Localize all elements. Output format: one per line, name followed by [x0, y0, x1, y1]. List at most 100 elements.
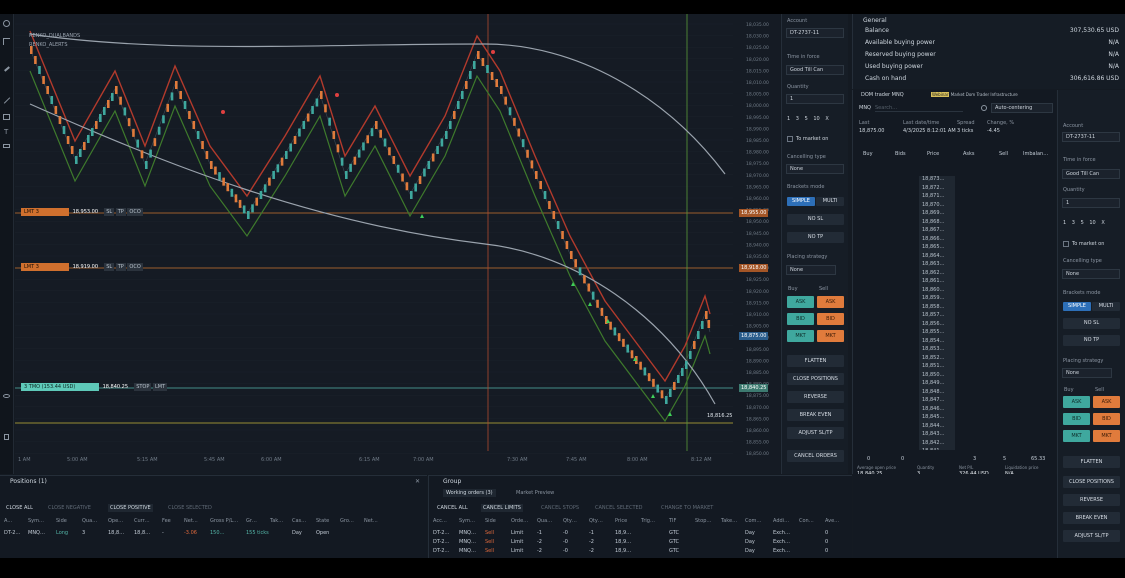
positions-column-header[interactable]: Sym…: [28, 518, 44, 524]
flatten-button[interactable]: FLATTEN: [787, 355, 844, 367]
cancel-type-select[interactable]: None: [1062, 269, 1120, 279]
group-action-button[interactable]: CHANGE TO MARKET: [659, 504, 715, 512]
positions-column-header[interactable]: Curr…: [134, 518, 150, 524]
price-chart[interactable]: 18,035.00 18,030.00 18,025.00 18,020.00 18,0…: [15, 14, 780, 474]
dom-tab[interactable]: Market: [951, 92, 965, 97]
group-column-header[interactable]: Qty…: [589, 518, 603, 524]
order-tp[interactable]: TP: [115, 208, 126, 216]
dom-column-header[interactable]: Bids: [895, 151, 906, 157]
dom-price-cell[interactable]: 18,858…: [919, 304, 955, 312]
account-select[interactable]: DT-2737-11: [1062, 132, 1120, 142]
qty-preset-1[interactable]: 1: [787, 116, 790, 122]
dom-price-cell[interactable]: 18,860…: [919, 287, 955, 295]
no-sl-button[interactable]: NO SL: [1063, 318, 1120, 329]
dom-price-cell[interactable]: 18,870…: [919, 202, 955, 210]
dom-column-header[interactable]: Imbalan…: [1023, 151, 1048, 157]
group-column-header[interactable]: Com…: [745, 518, 761, 524]
dom-price-cell[interactable]: 18,853…: [919, 346, 955, 354]
order-tp[interactable]: TP: [115, 263, 126, 271]
group-column-header[interactable]: Stop…: [695, 518, 711, 524]
market-checkbox[interactable]: [787, 136, 793, 142]
group-cell[interactable]: 0: [825, 539, 828, 545]
dom-column-header[interactable]: Sell: [999, 151, 1008, 157]
dom-price-cell[interactable]: 18,857…: [919, 312, 955, 320]
group-cell[interactable]: -0: [563, 530, 568, 536]
qty-input[interactable]: 1: [786, 94, 844, 104]
sell-mkt-button[interactable]: MKT: [817, 330, 844, 342]
trash-icon[interactable]: [4, 434, 9, 440]
dom-ladder[interactable]: 18,873… 18,872… 18,871… 18,870… 18,869… 18,86…: [853, 176, 1057, 450]
position-stop[interactable]: STOP: [134, 383, 152, 391]
order-tag[interactable]: LMT 3: [21, 208, 69, 216]
group-tab-working[interactable]: Working orders (3): [443, 489, 496, 497]
cancel-type-select[interactable]: None: [786, 164, 844, 174]
dom-price-cell[interactable]: 18,869…: [919, 210, 955, 218]
ruler-icon[interactable]: [3, 144, 10, 148]
group-tab-preview[interactable]: Market Preview: [513, 489, 557, 497]
text-icon[interactable]: T: [4, 128, 8, 136]
brush-icon[interactable]: [4, 66, 10, 72]
group-cell[interactable]: -0: [563, 539, 568, 545]
group-cell[interactable]: Exch…: [773, 539, 790, 545]
buy-bid-button[interactable]: BID: [1063, 413, 1090, 425]
group-cell[interactable]: DT-2…: [433, 530, 449, 536]
dom-price-cell[interactable]: 18,856…: [919, 321, 955, 329]
dom-price-cell[interactable]: 18,859…: [919, 295, 955, 303]
dom-column-header[interactable]: Buy: [863, 151, 873, 157]
group-cell[interactable]: 0: [825, 548, 828, 554]
indicator-2[interactable]: RENKO_ALERTS: [29, 41, 80, 50]
positions-cell[interactable]: MNQ…: [28, 530, 45, 536]
group-cell[interactable]: DT-2…: [433, 548, 449, 554]
positions-action-button[interactable]: CLOSE ALL: [4, 504, 35, 512]
dom-price-cell[interactable]: 18,855…: [919, 329, 955, 337]
group-column-header[interactable]: TIF: [669, 518, 676, 524]
positions-column-header[interactable]: Net…: [364, 518, 378, 524]
group-cell[interactable]: MNQ…: [459, 539, 476, 545]
order-sl[interactable]: SL: [104, 263, 115, 271]
order-tag[interactable]: LMT 3: [21, 263, 69, 271]
group-cell[interactable]: -2: [537, 539, 542, 545]
group-cell[interactable]: -2: [589, 548, 594, 554]
group-column-header[interactable]: Orde…: [511, 518, 528, 524]
dom-price-cell[interactable]: 18,845…: [919, 414, 955, 422]
dom-price-cell[interactable]: 18,872…: [919, 185, 955, 193]
group-cell[interactable]: -0: [563, 548, 568, 554]
close-positions-button[interactable]: CLOSE POSITIONS: [1063, 476, 1120, 488]
group-cell[interactable]: Limit: [511, 548, 523, 554]
positions-column-header[interactable]: A...: [4, 518, 12, 524]
reverse-button[interactable]: REVERSE: [1063, 494, 1120, 506]
placing-select[interactable]: None: [786, 265, 836, 275]
position-tag[interactable]: 3 TMO (153.44 USD): [21, 383, 99, 391]
group-cell[interactable]: Limit: [511, 539, 523, 545]
group-title[interactable]: Group: [443, 478, 461, 485]
dom-price-cell[interactable]: 18,867…: [919, 227, 955, 235]
dom-price-cell[interactable]: 18,868…: [919, 219, 955, 227]
positions-column-header[interactable]: Gr…: [246, 518, 257, 524]
positions-column-header[interactable]: Side: [56, 518, 67, 524]
sell-ask-button[interactable]: ASK: [1093, 396, 1120, 408]
position-line[interactable]: 3 TMO (153.44 USD) 18,840.25 STOP LMT: [21, 383, 168, 392]
general-title[interactable]: General: [863, 17, 887, 24]
positions-column-header[interactable]: Gro…: [340, 518, 354, 524]
break-even-button[interactable]: BREAK EVEN: [787, 409, 844, 421]
group-action-button[interactable]: CANCEL ALL: [435, 504, 470, 512]
positions-cell[interactable]: 155 ticks: [246, 530, 269, 536]
positions-cell[interactable]: 18,8…: [108, 530, 124, 536]
dom-price-cell[interactable]: 18,850…: [919, 372, 955, 380]
order-line-1[interactable]: LMT 3 18,953.00 SL TP OCO: [21, 208, 143, 217]
cancel-orders-button[interactable]: CANCEL ORDERS: [787, 450, 844, 462]
position-lmt[interactable]: LMT: [152, 383, 168, 391]
account-select[interactable]: DT-2737-11: [786, 28, 844, 38]
qty-preset-5[interactable]: 5: [1081, 220, 1084, 226]
group-column-header[interactable]: Acc…: [433, 518, 447, 524]
order-oco[interactable]: OCO: [127, 208, 143, 216]
qty-preset-3[interactable]: 3: [1072, 220, 1075, 226]
dom-price-cell[interactable]: 18,848…: [919, 389, 955, 397]
positions-cell[interactable]: -3.06: [184, 530, 197, 536]
sell-bid-button[interactable]: BID: [1093, 413, 1120, 425]
positions-cell[interactable]: -: [162, 530, 164, 536]
dom-price-cell[interactable]: 18,843…: [919, 431, 955, 439]
positions-action-button[interactable]: CLOSE SELECTED: [166, 504, 214, 512]
indicator-1[interactable]: RENKO_DUALBANDS: [29, 32, 80, 41]
positions-cell[interactable]: 18,8…: [134, 530, 150, 536]
